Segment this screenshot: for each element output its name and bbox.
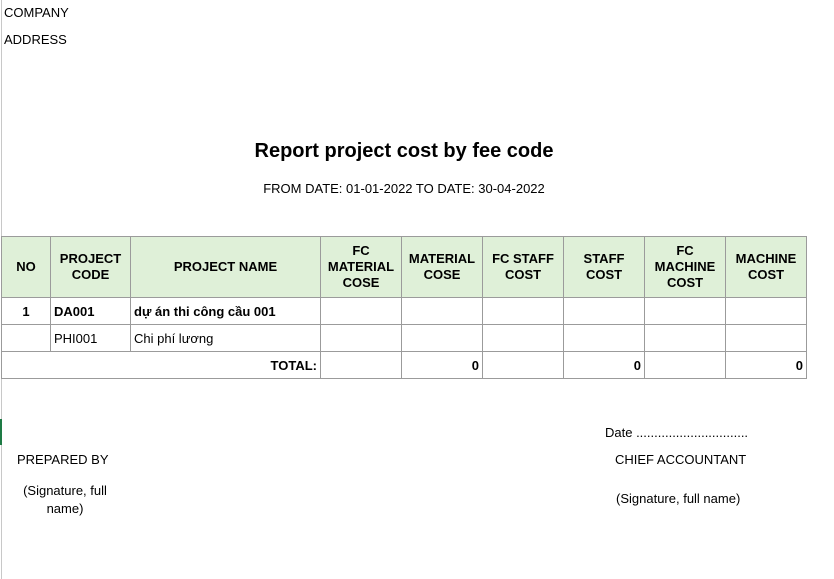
column-header-project-code: PROJECT CODE	[50, 236, 131, 298]
total-machine-cost[interactable]: 0	[725, 351, 807, 379]
cell-project-name[interactable]: Chi phí lương	[130, 324, 321, 352]
total-fc-staff-cost[interactable]	[482, 351, 564, 379]
column-header-fc-machine-cost: FC MACHINE COST	[644, 236, 726, 298]
table-row: 1 DA001 dự án thi công cầu 001	[1, 297, 807, 325]
total-fc-machine-cost[interactable]	[644, 351, 726, 379]
total-fc-material-cose[interactable]	[320, 351, 402, 379]
column-header-machine-cost: MACHINE COST	[725, 236, 807, 298]
table-header-row: NO PROJECT CODE PROJECT NAME FC MATERIAL…	[1, 236, 807, 298]
column-header-no: NO	[1, 236, 51, 298]
table-row: PHI001 Chi phí lương	[1, 324, 807, 352]
cell-project-code[interactable]: DA001	[50, 297, 131, 325]
total-label: TOTAL:	[1, 351, 321, 379]
cell-fc-material-cose[interactable]	[320, 297, 402, 325]
cell-machine-cost[interactable]	[725, 297, 807, 325]
prepared-by-label: PREPARED BY	[17, 452, 109, 467]
cell-fc-machine-cost[interactable]	[644, 324, 726, 352]
cost-report-table: NO PROJECT CODE PROJECT NAME FC MATERIAL…	[1, 236, 807, 379]
total-row: TOTAL: 0 0 0	[1, 351, 807, 379]
column-header-fc-material-cose: FC MATERIAL COSE	[320, 236, 402, 298]
cell-staff-cost[interactable]	[563, 297, 645, 325]
total-staff-cost[interactable]: 0	[563, 351, 645, 379]
cell-machine-cost[interactable]	[725, 324, 807, 352]
column-header-fc-staff-cost: FC STAFF COST	[482, 236, 564, 298]
column-header-staff-cost: STAFF COST	[563, 236, 645, 298]
chief-accountant-signature-hint: (Signature, full name)	[616, 491, 741, 506]
row-selection-marker	[0, 419, 2, 445]
cell-fc-staff-cost[interactable]	[482, 324, 564, 352]
cell-material-cose[interactable]	[401, 297, 483, 325]
report-date-range: FROM DATE: 01-01-2022 TO DATE: 30-04-202…	[263, 181, 545, 196]
cell-fc-machine-cost[interactable]	[644, 297, 726, 325]
cell-project-code[interactable]: PHI001	[50, 324, 131, 352]
cell-fc-material-cose[interactable]	[320, 324, 402, 352]
column-header-material-cose: MATERIAL COSE	[401, 236, 483, 298]
cell-no[interactable]	[1, 324, 51, 352]
column-header-project-name: PROJECT NAME	[130, 236, 321, 298]
company-address: ADDRESS	[4, 32, 67, 47]
cell-fc-staff-cost[interactable]	[482, 297, 564, 325]
company-name: COMPANY	[4, 5, 69, 20]
cell-material-cose[interactable]	[401, 324, 483, 352]
cell-project-name[interactable]: dự án thi công cầu 001	[130, 297, 321, 325]
signature-date-line: Date ...............................	[605, 425, 749, 440]
total-material-cose[interactable]: 0	[401, 351, 483, 379]
report-title: Report project cost by fee code	[254, 140, 554, 162]
cell-no[interactable]: 1	[1, 297, 51, 325]
cell-staff-cost[interactable]	[563, 324, 645, 352]
prepared-by-signature-hint: (Signature, full name)	[23, 483, 107, 516]
chief-accountant-label: CHIEF ACCOUNTANT	[615, 452, 747, 467]
